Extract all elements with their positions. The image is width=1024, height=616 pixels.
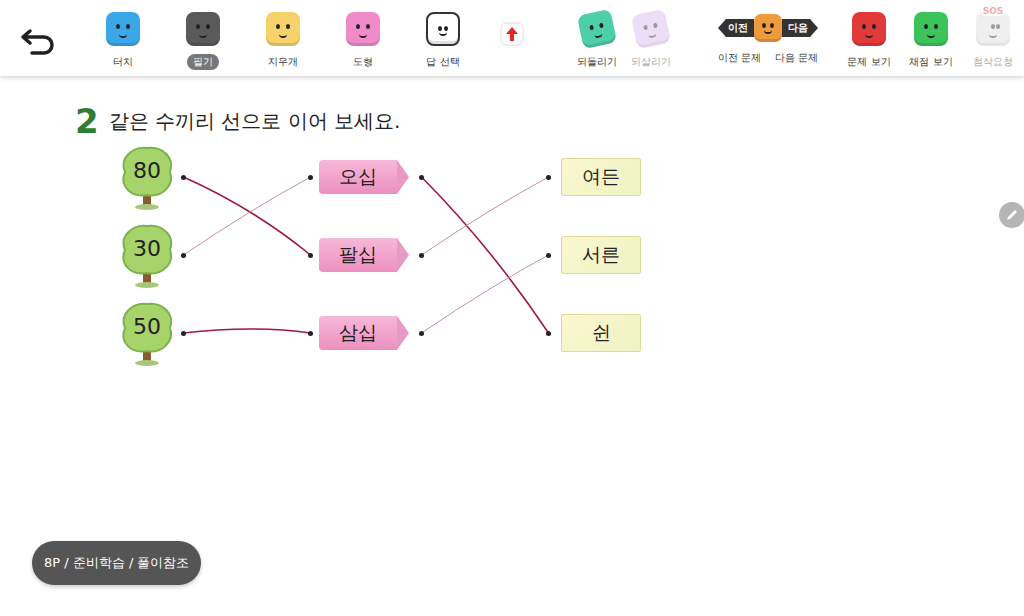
tool-button[interactable]: 터치 [83,0,163,70]
tool-button[interactable]: 되살리기 [624,0,678,70]
tool-button[interactable]: 채점 보기 [900,0,962,70]
footer: 8P / 준비학습 / 풀이참조 [0,541,1024,616]
breadcrumb-pill[interactable]: 8P / 준비학습 / 풀이참조 [32,541,201,585]
word-item: 팔십 [308,216,424,294]
tool-icon [186,12,220,46]
native-word-item: 여든 [546,138,646,216]
question-nav: 이전 다음 이전 문제 다음 문제 [698,0,838,66]
back-arrow-icon [20,27,56,55]
connect-dot[interactable] [546,331,551,336]
native-word-item: 쉰 [546,294,646,372]
connect-dot[interactable] [546,253,551,258]
pen-floating-button[interactable] [999,202,1024,228]
scroll-up-button[interactable] [500,22,524,50]
drawn-line [184,177,311,255]
native-word-item: 서른 [546,216,646,294]
paper-card: 서른 [561,236,641,274]
connect-dot[interactable] [308,175,313,180]
tool-icon [426,12,460,46]
next-button[interactable]: 다음 [782,19,818,37]
tool-icon [346,12,380,46]
next-label[interactable]: 다음 문제 [775,50,818,66]
drawn-line [422,177,549,255]
connect-dot[interactable] [419,331,424,336]
question-instruction: 같은 수끼리 선으로 이어 보세요. [109,108,401,135]
number-item: 80 [110,138,186,216]
connect-dot[interactable] [181,175,186,180]
connect-dot[interactable] [181,331,186,336]
prev-button[interactable]: 이전 [718,19,754,37]
pencil-icon [1005,208,1019,222]
paper-card: 쉰 [561,314,641,352]
paper-card: 여든 [561,158,641,196]
up-arrow-icon [500,22,524,46]
connect-dot[interactable] [546,175,551,180]
tool-icon [631,9,671,49]
pencil-card: 오십 [319,160,397,194]
tool-icon: SOS [976,12,1010,46]
matching-board[interactable]: 80 30 50 오십 팔십 삼십 여든 서른 쉰 [110,138,650,372]
drawn-line [422,255,549,333]
tool-button[interactable]: 되돌리기 [570,0,624,70]
tree-card: 50 [117,300,177,366]
page: 터치 필기 지우개 도형 답 선택 되돌리기 되살리기 이전 다음 이전 문제 … [0,0,1024,616]
connect-dot[interactable] [181,253,186,258]
back-button[interactable] [20,27,56,59]
connect-dot[interactable] [308,253,313,258]
drawn-line [422,177,549,333]
number-item: 50 [110,294,186,372]
connect-dot[interactable] [419,253,424,258]
tool-icon [914,12,948,46]
question-header: 2 같은 수끼리 선으로 이어 보세요. [75,104,1024,138]
word-item: 삼십 [308,294,424,372]
pencil-card: 삼십 [319,316,397,350]
connect-dot[interactable] [419,175,424,180]
tool-button[interactable]: 지우개 [243,0,323,70]
tool-icon [852,12,886,46]
drawn-line [184,177,311,255]
word-item: 오십 [308,138,424,216]
tool-icon [106,12,140,46]
toolbar: 터치 필기 지우개 도형 답 선택 되돌리기 되살리기 이전 다음 이전 문제 … [0,0,1024,76]
connect-dot[interactable] [308,331,313,336]
tool-button[interactable]: SOS 첨삭요청 [962,0,1024,70]
drawn-line [184,329,311,333]
tree-card: 30 [117,222,177,288]
question-number: 2 [75,104,99,138]
tool-button[interactable]: 필기 [163,0,243,70]
number-item: 30 [110,216,186,294]
tool-button[interactable]: 도형 [323,0,403,70]
tree-card: 80 [117,144,177,210]
question-area: 2 같은 수끼리 선으로 이어 보세요. 80 30 50 오십 팔십 삼십 여… [0,76,1024,372]
tool-icon [266,12,300,46]
prev-label[interactable]: 이전 문제 [718,50,761,66]
pencil-card: 팔십 [319,238,397,272]
tool-button[interactable]: 문제 보기 [838,0,900,70]
tool-button[interactable]: 답 선택 [403,0,483,70]
nav-icon [754,14,782,42]
tool-icon [577,9,617,49]
